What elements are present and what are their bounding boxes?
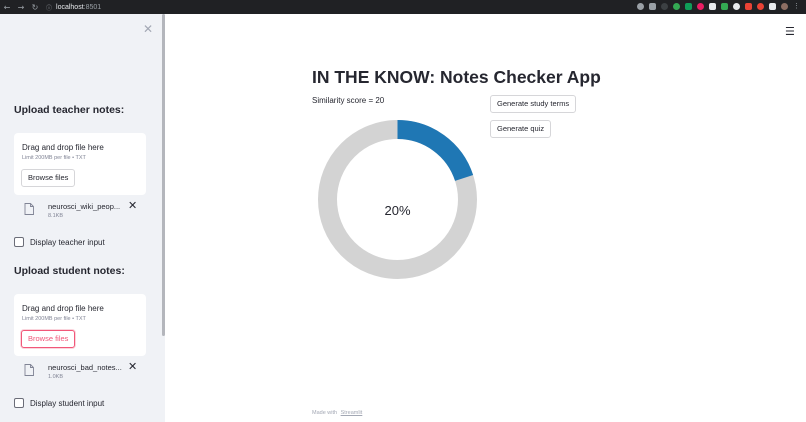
reload-icon[interactable]: ↻ (28, 3, 42, 12)
dropzone-limit: Limit 200MB per file • TXT (22, 155, 86, 161)
hamburger-menu-icon[interactable]: ☰ (785, 25, 795, 38)
checkbox-label: Display teacher input (30, 237, 105, 247)
back-arrow-icon[interactable]: ← (0, 3, 14, 12)
generate-quiz-button[interactable]: Generate quiz (490, 120, 552, 138)
browser-toolbar: ← → ↻ ⓘ localhost:8501 ⋮ (0, 0, 806, 14)
extension-icons: ⋮ (637, 3, 800, 10)
remove-file-icon[interactable]: ✕ (128, 360, 137, 373)
puzzle-icon[interactable] (769, 3, 776, 10)
file-size: 8.1KB (48, 213, 63, 219)
checkbox-label: Display student input (30, 398, 105, 408)
teacher-browse-button[interactable]: Browse files (21, 169, 76, 187)
display-teacher-input-checkbox[interactable]: Display teacher input (14, 237, 105, 247)
url-port: :8501 (83, 3, 102, 11)
info-icon[interactable]: ⓘ (46, 3, 52, 12)
extension-icon[interactable] (721, 3, 728, 10)
dropzone-title: Drag and drop file here (22, 143, 104, 152)
teacher-upload-heading: Upload teacher notes: (14, 104, 125, 116)
extension-icon[interactable] (733, 3, 740, 10)
extension-icon[interactable] (673, 3, 680, 10)
extension-icon[interactable] (745, 3, 752, 10)
extension-icon[interactable] (757, 3, 764, 10)
forward-arrow-icon[interactable]: → (14, 3, 28, 12)
dropzone-title: Drag and drop file here (22, 304, 104, 313)
teacher-dropzone[interactable]: Drag and drop file here Limit 200MB per … (14, 133, 146, 195)
extension-icon[interactable] (709, 3, 716, 10)
avatar[interactable] (781, 3, 788, 10)
checkbox-box[interactable] (14, 237, 24, 247)
url-host: localhost (56, 3, 84, 11)
zoom-icon[interactable] (637, 3, 644, 10)
display-student-input-checkbox[interactable]: Display student input (14, 398, 104, 408)
student-upload-heading: Upload student notes: (14, 265, 125, 277)
file-name: neurosci_wiki_peop... (48, 202, 121, 211)
bookmark-star-icon[interactable] (649, 3, 656, 10)
sidebar-scrollbar[interactable] (162, 14, 165, 336)
file-icon (24, 203, 34, 215)
student-browse-button[interactable]: Browse files (21, 330, 76, 348)
remove-file-icon[interactable]: ✕ (128, 199, 137, 212)
student-file-item: neurosci_bad_notes... 1.0KB ✕ (24, 360, 142, 383)
kebab-menu-icon[interactable]: ⋮ (793, 3, 800, 10)
footer: Made with Streamlit (312, 410, 362, 416)
address-bar[interactable]: ⓘ localhost:8501 (46, 3, 101, 12)
close-icon[interactable]: ✕ (143, 22, 153, 36)
student-dropzone[interactable]: Drag and drop file here Limit 200MB per … (14, 294, 146, 356)
file-icon (24, 364, 34, 376)
extension-icon[interactable] (661, 3, 668, 10)
extension-icon[interactable] (685, 3, 692, 10)
streamlit-link[interactable]: Streamlit (341, 410, 363, 416)
dropzone-limit: Limit 200MB per file • TXT (22, 316, 86, 322)
similarity-score-text: Similarity score = 20 (312, 96, 385, 105)
file-size: 1.0KB (48, 374, 63, 380)
extension-icon[interactable] (697, 3, 704, 10)
footer-text: Made with (312, 410, 338, 416)
file-name: neurosci_bad_notes... (48, 363, 122, 372)
checkbox-box[interactable] (14, 398, 24, 408)
page-title: IN THE KNOW: Notes Checker App (312, 67, 601, 87)
generate-study-terms-button[interactable]: Generate study terms (490, 95, 577, 113)
teacher-file-item: neurosci_wiki_peop... 8.1KB ✕ (24, 199, 142, 222)
similarity-donut-chart (318, 120, 477, 279)
donut-percent-label: 20% (384, 203, 411, 218)
